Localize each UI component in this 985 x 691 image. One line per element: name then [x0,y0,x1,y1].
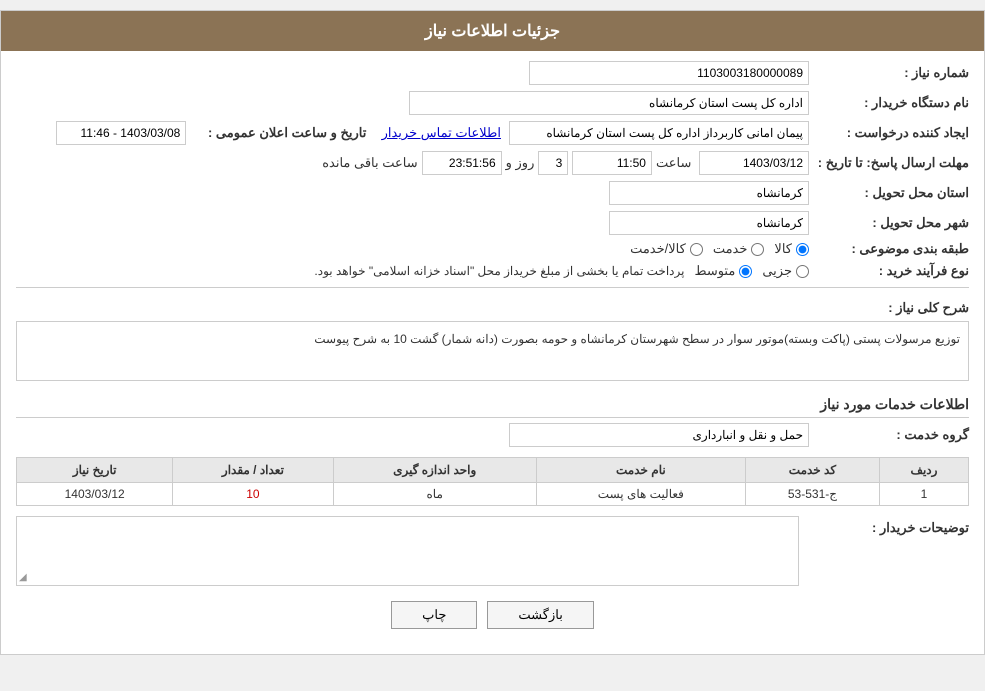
col-need-date: تاریخ نیاز [17,458,173,483]
col-service-name: نام خدمت [536,458,745,483]
deadline-date-input[interactable] [699,151,809,175]
category-service-item: خدمت [713,241,765,257]
services-table: ردیف کد خدمت نام خدمت واحد اندازه گیری ت… [16,457,969,506]
cell-need-date: 1403/03/12 [17,483,173,506]
col-service-code: کد خدمت [745,458,879,483]
purchase-medium-radio[interactable] [739,265,752,278]
province-label: استان محل تحویل : [809,185,969,201]
creator-row: ایجاد کننده درخواست : اطلاعات تماس خریدا… [16,121,969,145]
cell-unit: ماه [333,483,536,506]
print-button[interactable]: چاپ [391,601,477,629]
purchase-type-label: نوع فرآیند خرید : [809,263,969,279]
purchase-partial-radio[interactable] [796,265,809,278]
category-kala-radio[interactable] [796,243,809,256]
need-number-input[interactable] [529,61,809,85]
page-title: جزئیات اطلاعات نیاز [425,23,560,40]
province-input[interactable] [609,181,809,205]
need-desc-label: شرح کلی نیاز : [809,296,969,316]
services-table-section: ردیف کد خدمت نام خدمت واحد اندازه گیری ت… [16,457,969,506]
content-area: شماره نیاز : نام دستگاه خریدار : ایجاد ک… [1,51,984,654]
buyer-org-row: نام دستگاه خریدار : [16,91,969,115]
time-label: ساعت [656,155,691,171]
separator-1 [16,287,969,288]
city-row: شهر محل تحویل : [16,211,969,235]
need-desc-box: توزیع مرسولات پستی (پاکت وبسته)موتور سوا… [16,321,969,381]
province-row: استان محل تحویل : [16,181,969,205]
category-service-label: خدمت [713,241,748,257]
remaining-time-input[interactable] [422,151,502,175]
back-button[interactable]: بازگشت [487,601,593,629]
bottom-buttons: بازگشت چاپ [16,601,969,629]
cell-quantity: 10 [173,483,333,506]
buyer-org-label: نام دستگاه خریدار : [809,95,969,111]
purchase-medium-item: متوسط [694,263,752,279]
col-quantity: تعداد / مقدار [173,458,333,483]
cell-service-code: ج-531-53 [745,483,879,506]
city-input[interactable] [609,211,809,235]
page-header: جزئیات اطلاعات نیاز [1,11,984,51]
remaining-label: ساعت باقی مانده [322,155,417,171]
purchase-note: پرداخت تمام یا بخشی از مبلغ خریداز محل "… [314,264,684,278]
days-label: روز و [506,155,535,171]
purchase-medium-label: متوسط [694,263,735,279]
contact-info-link[interactable]: اطلاعات تماس خریدار [382,125,501,141]
need-desc-row: شرح کلی نیاز : توزیع مرسولات پستی (پاکت … [16,296,969,386]
category-service-radio[interactable] [751,243,764,256]
category-kala-label: کالا [774,241,792,257]
page-container: جزئیات اطلاعات نیاز شماره نیاز : نام دست… [0,10,985,655]
table-row: 1 ج-531-53 فعالیت های پست ماه 10 1403/03… [17,483,969,506]
category-both-item: کالا/خدمت [630,241,703,257]
cell-row-num: 1 [879,483,968,506]
resize-icon: ◢ [19,572,27,583]
city-label: شهر محل تحویل : [809,215,969,231]
need-number-row: شماره نیاز : [16,61,969,85]
col-unit: واحد اندازه گیری [333,458,536,483]
category-row: طبقه بندی موضوعی : کالا خدمت کالا/خدمت [16,241,969,257]
buyer-org-input[interactable] [409,91,809,115]
category-both-label: کالا/خدمت [630,241,686,257]
buyer-notes-box: ◢ [16,516,799,586]
services-section-title: اطلاعات خدمات مورد نیاز [16,396,969,418]
announce-date-input[interactable] [56,121,186,145]
creator-input[interactable] [509,121,809,145]
purchase-partial-label: جزیی [762,263,792,279]
need-desc-text: توزیع مرسولات پستی (پاکت وبسته)موتور سوا… [314,332,960,346]
need-number-label: شماره نیاز : [809,65,969,81]
cell-service-name: فعالیت های پست [536,483,745,506]
purchase-radio-group: جزیی متوسط [694,263,809,279]
deadline-time-input[interactable] [572,151,652,175]
col-row-num: ردیف [879,458,968,483]
category-label: طبقه بندی موضوعی : [809,241,969,257]
purchase-partial-item: جزیی [762,263,809,279]
purchase-type-row: نوع فرآیند خرید : جزیی متوسط پرداخت تمام… [16,263,969,279]
service-group-label: گروه خدمت : [809,427,969,443]
deadline-days-input[interactable] [538,151,568,175]
buyer-notes-label: توضیحات خریدار : [809,516,969,536]
service-group-input[interactable] [509,423,809,447]
service-group-row: گروه خدمت : [16,423,969,447]
deadline-row: مهلت ارسال پاسخ: تا تاریخ : ساعت روز و س… [16,151,969,175]
buyer-notes-row: توضیحات خریدار : ◢ [16,516,969,586]
category-radio-group: کالا خدمت کالا/خدمت [630,241,809,257]
deadline-label: مهلت ارسال پاسخ: تا تاریخ : [809,155,969,171]
category-both-radio[interactable] [690,243,703,256]
category-kala-item: کالا [774,241,809,257]
creator-label: ایجاد کننده درخواست : [809,125,969,141]
announce-date-label: تاریخ و ساعت اعلان عمومی : [186,125,366,141]
